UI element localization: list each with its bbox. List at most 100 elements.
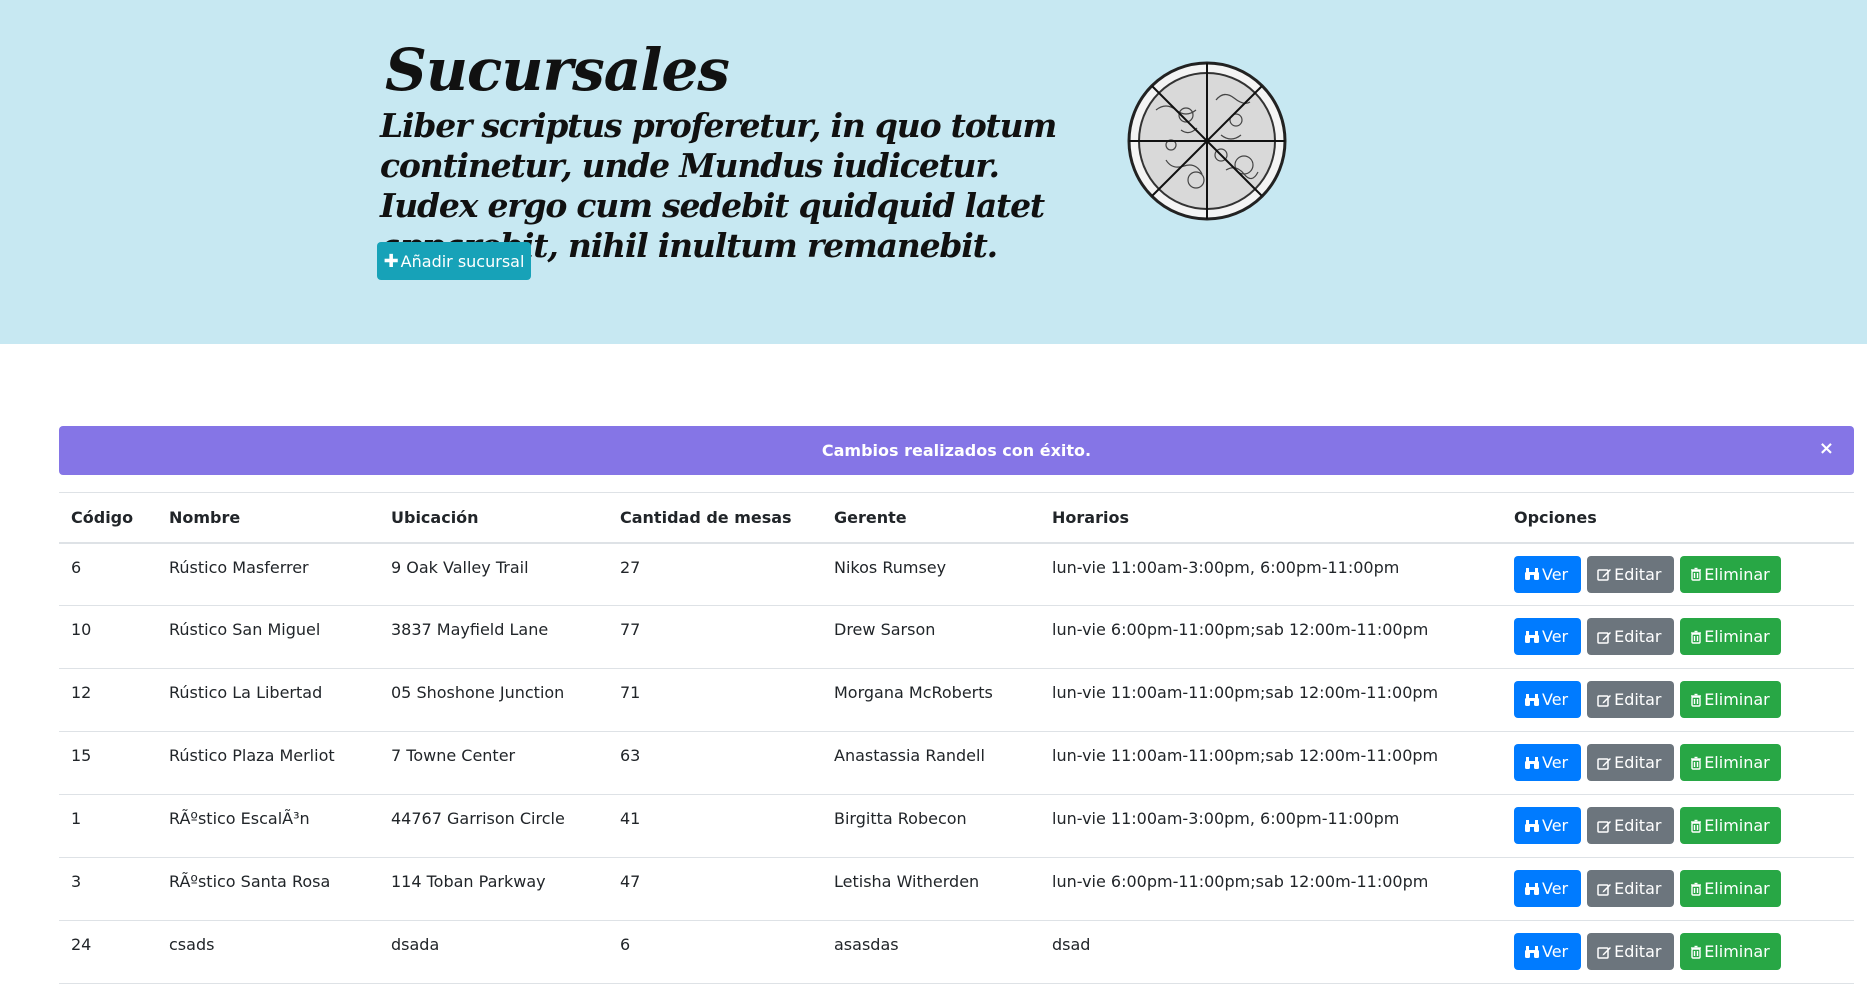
cell-name: RÃºstico EscalÃ³n bbox=[157, 794, 379, 858]
delete-button[interactable]: Eliminar bbox=[1680, 807, 1782, 844]
trash-icon bbox=[1691, 945, 1702, 959]
delete-button[interactable]: Eliminar bbox=[1680, 555, 1782, 593]
cell-location: 9 Oak Valley Trail bbox=[379, 542, 608, 606]
cell-tables: 41 bbox=[608, 794, 822, 858]
cell-location: 3837 Mayfield Lane bbox=[379, 605, 608, 669]
edit-button[interactable]: Editar bbox=[1587, 933, 1675, 970]
edit-label: Editar bbox=[1614, 627, 1662, 646]
close-icon[interactable]: × bbox=[1819, 438, 1834, 459]
edit-button[interactable]: Editar bbox=[1587, 555, 1675, 593]
view-label: Ver bbox=[1542, 690, 1569, 709]
delete-label: Eliminar bbox=[1704, 753, 1770, 772]
edit-icon bbox=[1597, 569, 1612, 581]
view-button[interactable]: Ver bbox=[1514, 681, 1581, 718]
table-row: 1 RÃºstico EscalÃ³n 44767 Garrison Circle 4… bbox=[59, 794, 1854, 858]
view-label: Ver bbox=[1542, 879, 1569, 898]
delete-label: Eliminar bbox=[1704, 879, 1770, 898]
cell-hours: lun-vie 11:00am-3:00pm, 6:00pm-11:00pm bbox=[1040, 794, 1502, 858]
cell-code: 1 bbox=[59, 794, 157, 858]
trash-icon bbox=[1691, 756, 1702, 770]
table-row: 12 Rústico La Libertad 05 Shoshone Junctio… bbox=[59, 668, 1854, 732]
binoculars-icon bbox=[1525, 819, 1539, 832]
view-button[interactable]: Ver bbox=[1514, 807, 1581, 844]
cell-options: Ver Editar Eliminar bbox=[1502, 857, 1854, 921]
view-button[interactable]: Ver bbox=[1514, 618, 1581, 655]
cell-tables: 6 bbox=[608, 920, 822, 984]
cell-tables: 27 bbox=[608, 542, 822, 606]
delete-button[interactable]: Eliminar bbox=[1680, 933, 1782, 970]
edit-label: Editar bbox=[1614, 690, 1662, 709]
cell-location: 05 Shoshone Junction bbox=[379, 668, 608, 732]
trash-icon bbox=[1691, 630, 1702, 644]
edit-button[interactable]: Editar bbox=[1587, 744, 1675, 781]
cell-code: 10 bbox=[59, 605, 157, 669]
cell-options: Ver Editar Eliminar bbox=[1502, 668, 1854, 732]
cell-manager: Anastassia Randell bbox=[822, 731, 1040, 795]
cell-manager: Nikos Rumsey bbox=[822, 542, 1040, 606]
edit-icon bbox=[1597, 946, 1612, 959]
binoculars-icon bbox=[1525, 630, 1539, 643]
header-name: Nombre bbox=[157, 492, 379, 544]
trash-icon bbox=[1691, 882, 1702, 896]
cell-code: 24 bbox=[59, 920, 157, 984]
page-title: Sucursales bbox=[385, 36, 730, 104]
binoculars-icon bbox=[1525, 756, 1539, 769]
binoculars-icon bbox=[1525, 568, 1539, 580]
table-row: 15 Rústico Plaza Merliot 7 Towne Center 63 A… bbox=[59, 731, 1854, 795]
cell-tables: 63 bbox=[608, 731, 822, 795]
cell-hours: lun-vie 11:00am-11:00pm;sab 12:00m-11:00… bbox=[1040, 731, 1502, 795]
cell-location: 114 Toban Parkway bbox=[379, 857, 608, 921]
view-button[interactable]: Ver bbox=[1514, 744, 1581, 781]
cell-manager: Morgana McRoberts bbox=[822, 668, 1040, 732]
delete-button[interactable]: Eliminar bbox=[1680, 618, 1782, 655]
cell-options: Ver Editar Eliminar bbox=[1502, 605, 1854, 669]
cell-location: dsada bbox=[379, 920, 608, 984]
binoculars-icon bbox=[1525, 693, 1539, 706]
edit-button[interactable]: Editar bbox=[1587, 807, 1675, 844]
cell-hours: dsad bbox=[1040, 920, 1502, 984]
cell-location: 7 Towne Center bbox=[379, 731, 608, 795]
edit-button[interactable]: Editar bbox=[1587, 870, 1675, 907]
edit-label: Editar bbox=[1614, 879, 1662, 898]
edit-button[interactable]: Editar bbox=[1587, 618, 1675, 655]
view-button[interactable]: Ver bbox=[1514, 933, 1581, 970]
header-code: Código bbox=[59, 492, 157, 544]
branches-table: Código Nombre Ubicación Cantidad de mesa… bbox=[59, 492, 1854, 984]
trash-icon bbox=[1691, 567, 1702, 581]
add-branch-label: Añadir sucursal bbox=[400, 251, 525, 271]
cell-tables: 71 bbox=[608, 668, 822, 732]
view-button[interactable]: Ver bbox=[1514, 870, 1581, 907]
delete-button[interactable]: Eliminar bbox=[1680, 870, 1782, 907]
cell-hours: lun-vie 11:00am-11:00pm;sab 12:00m-11:00… bbox=[1040, 668, 1502, 732]
cell-code: 15 bbox=[59, 731, 157, 795]
plus-icon: ✚ bbox=[383, 250, 399, 272]
table-row: 24 csads dsada 6 asasdas dsad Ver Editar Elimi… bbox=[59, 920, 1854, 984]
cell-options: Ver Editar Eliminar bbox=[1502, 542, 1854, 606]
binoculars-icon bbox=[1525, 945, 1539, 958]
cell-manager: Birgitta Robecon bbox=[822, 794, 1040, 858]
success-alert: Cambios realizados con éxito. × bbox=[59, 426, 1854, 475]
edit-icon bbox=[1597, 883, 1612, 896]
delete-label: Eliminar bbox=[1704, 690, 1770, 709]
delete-label: Eliminar bbox=[1704, 816, 1770, 835]
cell-code: 12 bbox=[59, 668, 157, 732]
header-location: Ubicación bbox=[379, 492, 608, 544]
cell-name: Rústico Masferrer bbox=[157, 542, 379, 606]
delete-button[interactable]: Eliminar bbox=[1680, 744, 1782, 781]
cell-code: 6 bbox=[59, 542, 157, 606]
edit-label: Editar bbox=[1614, 942, 1662, 961]
delete-button[interactable]: Eliminar bbox=[1680, 681, 1782, 718]
edit-button[interactable]: Editar bbox=[1587, 681, 1675, 718]
trash-icon bbox=[1691, 693, 1702, 707]
view-label: Ver bbox=[1542, 753, 1569, 772]
header-hours: Horarios bbox=[1040, 492, 1502, 544]
header-tables: Cantidad de mesas bbox=[608, 492, 822, 544]
pizza-illustration bbox=[1127, 61, 1287, 221]
cell-hours: lun-vie 11:00am-3:00pm, 6:00pm-11:00pm bbox=[1040, 542, 1502, 606]
edit-label: Editar bbox=[1614, 564, 1662, 584]
table-row: 6 Rústico Masferrer 9 Oak Valley Trail 27 Ni… bbox=[59, 542, 1854, 606]
view-button[interactable]: Ver bbox=[1514, 555, 1581, 593]
add-branch-button[interactable]: ✚ Añadir sucursal bbox=[377, 242, 531, 280]
cell-tables: 77 bbox=[608, 605, 822, 669]
view-label: Ver bbox=[1542, 627, 1569, 646]
